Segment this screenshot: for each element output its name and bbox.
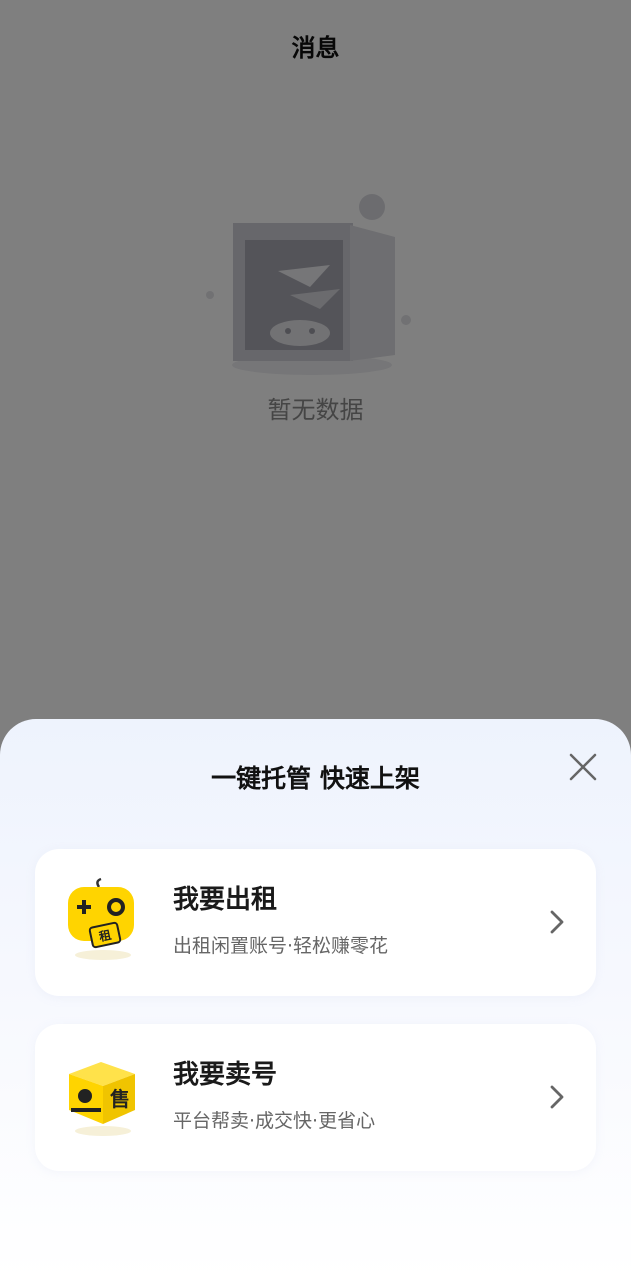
sell-option-title: 我要卖号 <box>173 1060 278 1090</box>
sell-box-icon: 售 <box>69 1062 135 1136</box>
rent-option-title: 我要出租 <box>173 885 278 915</box>
sell-option-card[interactable]: 售 我要卖号 平台帮卖·成交快·更省心 <box>35 1024 596 1171</box>
chevron-right-icon <box>550 1085 564 1109</box>
bottom-sheet: 一键托管 快速上架 租 我要出租 出租闲置账号·轻松赚零花 售 我要卖号 平台帮… <box>0 719 631 1280</box>
rent-option-card[interactable]: 租 我要出租 出租闲置账号·轻松赚零花 <box>35 849 596 996</box>
rent-gamepad-icon: 租 <box>68 877 134 960</box>
sheet-title: 一键托管 快速上架 <box>211 764 420 793</box>
rent-option-subtitle: 出租闲置账号·轻松赚零花 <box>173 935 389 957</box>
close-icon[interactable] <box>565 749 601 785</box>
chevron-right-icon <box>550 910 564 934</box>
sell-option-subtitle: 平台帮卖·成交快·更省心 <box>173 1110 376 1132</box>
sell-badge-text: 售 <box>110 1087 130 1111</box>
